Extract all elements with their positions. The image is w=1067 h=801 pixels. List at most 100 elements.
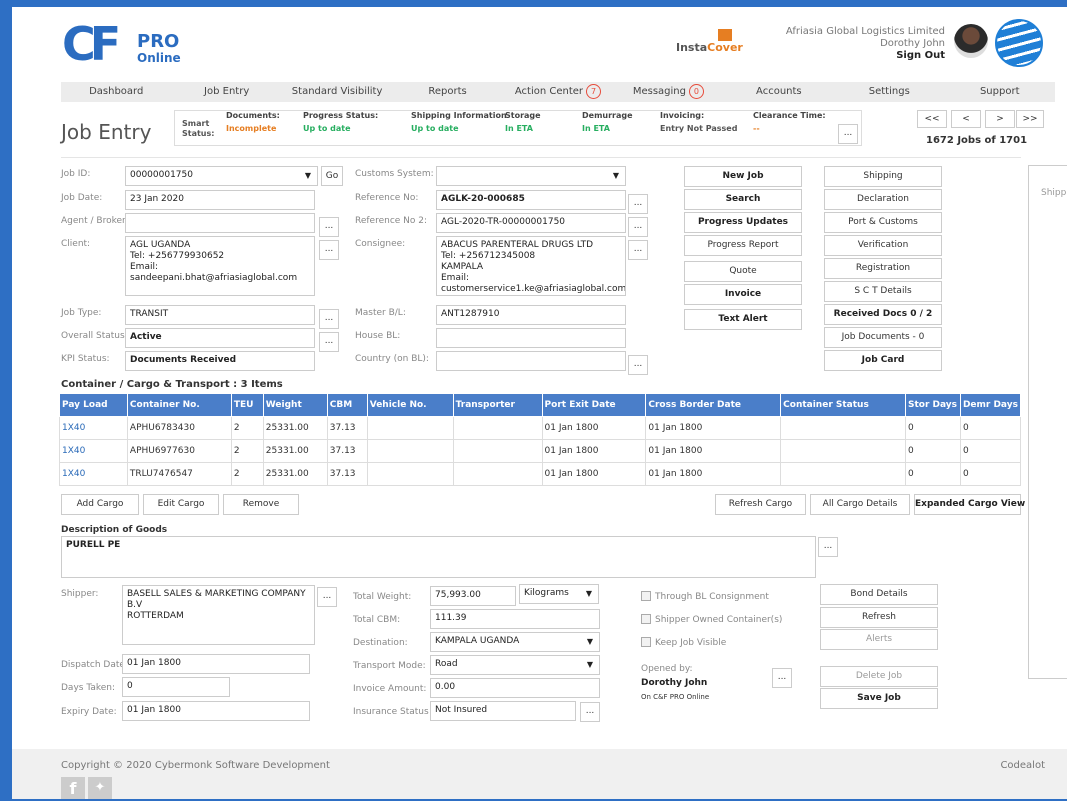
s-c-t-details-button[interactable]: S C T Details bbox=[824, 281, 942, 302]
country-bl-field[interactable] bbox=[436, 351, 626, 371]
destination-select[interactable]: KAMPALA UGANDA bbox=[430, 632, 600, 652]
reference-no-2-field[interactable]: AGL-2020-TR-00000001750 bbox=[436, 213, 626, 233]
column-header[interactable]: Container No. bbox=[126, 393, 232, 417]
nav-item-support[interactable]: Support bbox=[945, 82, 1055, 102]
save-job-button[interactable]: Save Job bbox=[820, 688, 938, 709]
pager-prev-button[interactable]: < bbox=[951, 110, 981, 128]
alerts-button[interactable]: Alerts bbox=[820, 629, 938, 650]
pager-next-button[interactable]: > bbox=[985, 110, 1015, 128]
go-button[interactable]: Go bbox=[321, 166, 343, 186]
column-header[interactable]: Weight bbox=[262, 393, 328, 417]
customs-system-select[interactable] bbox=[436, 166, 626, 186]
nav-item-messaging[interactable]: Messaging 0 bbox=[613, 82, 723, 102]
agent-field[interactable] bbox=[125, 213, 315, 233]
total-cbm-field[interactable]: 111.39 bbox=[430, 609, 600, 629]
insurance-status-field[interactable]: Not Insured bbox=[430, 701, 576, 721]
invoice-button[interactable]: Invoice bbox=[684, 284, 802, 305]
days-taken-field[interactable]: 0 bbox=[122, 677, 230, 697]
consignee-field[interactable]: ABACUS PARENTERAL DRUGS LTD Tel: +256712… bbox=[436, 236, 626, 296]
refresh-button[interactable]: Refresh bbox=[820, 607, 938, 628]
column-header[interactable]: Pay Load bbox=[59, 393, 128, 417]
port-customs-button[interactable]: Port & Customs bbox=[824, 212, 942, 233]
cf-pro-logo[interactable]: CF PRO Online bbox=[62, 17, 192, 71]
goods-lookup-button[interactable]: ... bbox=[818, 537, 838, 557]
payload-link[interactable]: 1X40 bbox=[59, 439, 128, 463]
job-documents-0-button[interactable]: Job Documents - 0 bbox=[824, 327, 942, 348]
progress-updates-button[interactable]: Progress Updates bbox=[684, 212, 802, 233]
nav-item-action-center[interactable]: Action Center 7 bbox=[503, 82, 613, 102]
reference-no-2-lookup-button[interactable]: ... bbox=[628, 217, 648, 237]
new-job-button[interactable]: New Job bbox=[684, 166, 802, 187]
description-of-goods-field[interactable]: PURELL PE bbox=[61, 536, 816, 578]
nav-item-standard-visibility[interactable]: Standard Visibility bbox=[282, 82, 392, 102]
nav-item-settings[interactable]: Settings bbox=[834, 82, 944, 102]
total-weight-field[interactable]: 75,993.00 bbox=[430, 586, 516, 606]
job-id-select[interactable]: 00000001750 bbox=[125, 166, 318, 186]
text-alert-button[interactable]: Text Alert bbox=[684, 309, 802, 330]
opened-by-lookup-button[interactable]: ... bbox=[772, 668, 792, 688]
add-cargo-button[interactable]: Add Cargo bbox=[61, 494, 139, 515]
invoice-amount-field[interactable]: 0.00 bbox=[430, 678, 600, 698]
table-row[interactable]: 1X40 APHU6783430 2 25331.00 37.13 01 Jan 1800… bbox=[59, 416, 1022, 440]
column-header[interactable]: Container Status bbox=[780, 393, 906, 417]
payload-link[interactable]: 1X40 bbox=[59, 462, 128, 486]
country-bl-lookup-button[interactable]: ... bbox=[628, 355, 648, 375]
column-header[interactable]: TEU bbox=[230, 393, 264, 417]
instacover-logo[interactable]: InstaCover bbox=[676, 29, 756, 61]
overall-status-lookup-button[interactable]: ... bbox=[319, 332, 339, 352]
weight-unit-select[interactable]: Kilograms bbox=[519, 584, 599, 604]
insurance-lookup-button[interactable]: ... bbox=[580, 702, 600, 722]
pager-last-button[interactable]: >> bbox=[1016, 110, 1044, 128]
nav-item-accounts[interactable]: Accounts bbox=[724, 82, 834, 102]
refresh-cargo-button[interactable]: Refresh Cargo bbox=[715, 494, 806, 515]
expiry-date-field[interactable]: 01 Jan 1800 bbox=[122, 701, 310, 721]
edit-cargo-button[interactable]: Edit Cargo bbox=[143, 494, 219, 515]
received-docs-0-2-button[interactable]: Received Docs 0 / 2 bbox=[824, 304, 942, 325]
shipper-field[interactable]: BASELL SALES & MARKETING COMPANY B.V ROT… bbox=[122, 585, 315, 645]
declaration-button[interactable]: Declaration bbox=[824, 189, 942, 210]
table-row[interactable]: 1X40 APHU6977630 2 25331.00 37.13 01 Jan 1800… bbox=[59, 439, 1022, 463]
sign-out-link[interactable]: Sign Out bbox=[896, 50, 945, 61]
overall-status-field[interactable]: Active bbox=[125, 328, 315, 348]
client-field[interactable]: AGL UGANDA Tel: +256779930652 Email: san… bbox=[125, 236, 315, 296]
shipping-button[interactable]: Shipping bbox=[824, 166, 942, 187]
column-header[interactable]: Cross Border Date bbox=[645, 393, 782, 417]
expanded-cargo-view-button[interactable]: Expanded Cargo View bbox=[914, 494, 1025, 515]
shipper-lookup-button[interactable]: ... bbox=[317, 587, 337, 607]
table-row[interactable]: 1X40 TRLU7476547 2 25331.00 37.13 01 Jan 1800… bbox=[59, 462, 1022, 486]
column-header[interactable]: Transporter bbox=[452, 393, 543, 417]
nav-item-dashboard[interactable]: Dashboard bbox=[61, 82, 171, 102]
job-date-field[interactable]: 23 Jan 2020 bbox=[125, 190, 315, 210]
column-header[interactable]: Port Exit Date bbox=[541, 393, 647, 417]
kpi-status-field[interactable]: Documents Received bbox=[125, 351, 315, 371]
house-bl-field[interactable] bbox=[436, 328, 626, 348]
column-header[interactable]: CBM bbox=[326, 393, 368, 417]
registration-button[interactable]: Registration bbox=[824, 258, 942, 279]
column-header[interactable]: Demr Days bbox=[959, 393, 1022, 417]
all-cargo-details-button[interactable]: All Cargo Details bbox=[810, 494, 910, 515]
consignee-lookup-button[interactable]: ... bbox=[628, 240, 648, 260]
dispatch-date-field[interactable]: 01 Jan 1800 bbox=[122, 654, 310, 674]
master-bl-field[interactable]: ANT1287910 bbox=[436, 305, 626, 325]
bond-details-button[interactable]: Bond Details bbox=[820, 584, 938, 605]
job-type-field[interactable]: TRANSIT bbox=[125, 305, 315, 325]
avatar[interactable] bbox=[954, 24, 988, 58]
verification-button[interactable]: Verification bbox=[824, 235, 942, 256]
reference-no-lookup-button[interactable]: ... bbox=[628, 194, 648, 214]
payload-link[interactable]: 1X40 bbox=[59, 416, 128, 440]
agent-lookup-button[interactable]: ... bbox=[319, 217, 339, 237]
nav-item-reports[interactable]: Reports bbox=[392, 82, 502, 102]
twitter-icon[interactable]: ✦ bbox=[88, 777, 112, 799]
transport-mode-select[interactable]: Road bbox=[430, 655, 600, 675]
search-button[interactable]: Search bbox=[684, 189, 802, 210]
shipper-owned-checkbox[interactable] bbox=[641, 614, 651, 624]
facebook-icon[interactable]: f bbox=[61, 777, 85, 799]
nav-item-job-entry[interactable]: Job Entry bbox=[171, 82, 281, 102]
smart-status-more-button[interactable]: ... bbox=[838, 124, 858, 144]
remove-cargo-button[interactable]: Remove bbox=[223, 494, 299, 515]
pager-first-button[interactable]: << bbox=[917, 110, 947, 128]
column-header[interactable]: Stor Days bbox=[905, 393, 961, 417]
client-lookup-button[interactable]: ... bbox=[319, 240, 339, 260]
through-bl-checkbox[interactable] bbox=[641, 591, 651, 601]
delete-job-button[interactable]: Delete Job bbox=[820, 666, 938, 687]
